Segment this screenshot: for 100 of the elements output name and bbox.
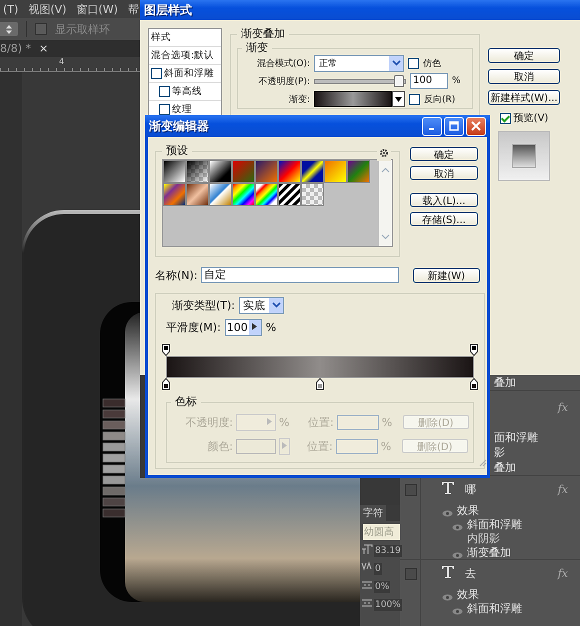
smoothness-input[interactable]: 100: [224, 318, 262, 336]
gradient-preset-swatch[interactable]: [255, 160, 278, 183]
dropdown-field[interactable]: [0, 22, 18, 36]
minimize-button[interactable]: [422, 116, 442, 136]
gradient-preview-bar[interactable]: [166, 356, 474, 378]
gradient-preset-swatch[interactable]: [186, 160, 209, 183]
value-field[interactable]: 100%: [374, 598, 402, 610]
gradient-preset-swatch[interactable]: [209, 183, 232, 206]
document-tab[interactable]: 8/8) *: [0, 42, 31, 55]
effect-label[interactable]: 影: [494, 445, 505, 460]
gradient-swatch[interactable]: [314, 91, 392, 107]
fx-icon[interactable]: fx: [558, 483, 568, 496]
name-input[interactable]: 自定: [201, 267, 398, 283]
effect-label[interactable]: 渐变叠加: [467, 544, 511, 560]
gradient-preset-swatch[interactable]: [278, 183, 301, 206]
gradient-preset-swatch[interactable]: [209, 160, 232, 183]
blend-mode-dropdown[interactable]: 正常: [314, 54, 404, 72]
dialog-button[interactable]: 取消: [410, 166, 478, 180]
gradient-preset-swatch[interactable]: [301, 183, 324, 206]
unit-label: %: [380, 440, 392, 452]
value-field[interactable]: 0%: [374, 580, 390, 592]
checkbox[interactable]: [151, 68, 162, 79]
close-icon[interactable]: ×: [39, 42, 48, 55]
checkbox[interactable]: [159, 104, 170, 115]
unit-label: %: [279, 416, 290, 428]
gradient-preset-swatch[interactable]: [324, 160, 347, 183]
color-stop[interactable]: [316, 378, 324, 393]
chevron-down-icon: [389, 56, 403, 70]
dialog-button[interactable]: 取消: [488, 69, 560, 84]
field-label: 平滑度(M):: [166, 320, 221, 334]
effect-label[interactable]: 面和浮雕: [494, 430, 538, 445]
unit-label: %: [382, 416, 394, 428]
style-item[interactable]: 纹理: [172, 103, 192, 115]
checkbox[interactable]: [159, 86, 170, 97]
group-title: 色标: [174, 396, 198, 408]
layer-name[interactable]: 去: [465, 566, 476, 581]
style-item[interactable]: 等高线: [172, 85, 202, 98]
value-field[interactable]: 83.19: [374, 544, 402, 556]
fx-icon[interactable]: fx: [558, 401, 568, 414]
effect-label[interactable]: 效果: [457, 502, 479, 518]
dialog-button[interactable]: 载入(L)...: [410, 193, 478, 207]
field-label: 不透明度:: [184, 414, 233, 430]
color-stop[interactable]: [162, 378, 170, 393]
checkbox[interactable]: [500, 112, 511, 124]
gradient-preset-swatch[interactable]: [186, 183, 209, 206]
fx-icon[interactable]: fx: [558, 567, 568, 580]
gradient-preset-swatch[interactable]: [347, 160, 370, 183]
menu-item[interactable]: (T): [3, 2, 18, 16]
dialog-title: 渐变编辑器: [149, 118, 209, 134]
effect-label[interactable]: 斜面和浮雕: [467, 516, 522, 532]
gradient-preset-swatch[interactable]: [232, 160, 255, 183]
checkbox[interactable]: [408, 58, 419, 68]
layer-name[interactable]: 哪: [465, 482, 476, 497]
checkbox-label: 预览(V): [514, 112, 548, 125]
dialog-button[interactable]: 存储(S)...: [410, 212, 478, 226]
effect-label[interactable]: 叠加: [494, 460, 516, 475]
color-stop[interactable]: [470, 378, 478, 393]
style-item[interactable]: 斜面和浮雕: [164, 67, 214, 80]
unit-label: %: [452, 76, 461, 86]
style-item[interactable]: 混合选项:默认: [151, 49, 214, 62]
menu-item[interactable]: 窗口(W): [76, 2, 118, 16]
checkbox[interactable]: [409, 94, 420, 104]
effect-label[interactable]: 斜面和浮雕: [467, 600, 522, 616]
slider-thumb[interactable]: [394, 74, 404, 86]
effect-label[interactable]: 效果: [457, 586, 479, 602]
opacity-stop[interactable]: [470, 344, 478, 359]
group-title: 预设: [165, 145, 189, 157]
dialog-button[interactable]: 确定: [410, 147, 478, 161]
group-title: 渐变: [245, 42, 269, 54]
new-button[interactable]: 新建(W): [412, 268, 480, 282]
value-field[interactable]: 0: [374, 562, 382, 574]
gradient-preset-swatch[interactable]: [163, 160, 186, 183]
dialog-title: 图层样式: [144, 2, 192, 18]
effect-label[interactable]: 叠加: [494, 375, 516, 390]
field-label: 渐变类型(T):: [172, 298, 236, 312]
field-label: 位置:: [308, 414, 334, 430]
opacity-input[interactable]: 100: [410, 73, 448, 89]
close-button[interactable]: [466, 116, 486, 136]
menu-item[interactable]: 视图(V): [28, 2, 66, 16]
menu-item[interactable]: 帮: [128, 2, 139, 16]
dropdown-button[interactable]: [392, 91, 405, 107]
gradient-preset-swatch[interactable]: [278, 160, 301, 183]
maximize-icon: [449, 121, 459, 131]
gradient-preset-swatch[interactable]: [255, 183, 278, 206]
list-header: 样式: [151, 31, 171, 44]
gradient-preset-swatch[interactable]: [163, 183, 186, 206]
checkbox[interactable]: [35, 23, 47, 35]
gradient-preset-swatch[interactable]: [301, 160, 324, 183]
gradient-type-dropdown[interactable]: 实底: [239, 296, 284, 314]
checkbox-label: 显示取样环: [55, 22, 110, 36]
dialog-button[interactable]: 新建样式(W)...: [488, 90, 560, 105]
field-label: 位置:: [307, 438, 333, 454]
effect-label[interactable]: 内阴影: [467, 530, 500, 546]
panel-tab[interactable]: 字符: [360, 505, 386, 521]
maximize-button[interactable]: [444, 116, 464, 136]
opacity-stop[interactable]: [162, 344, 170, 359]
gradient-preset-swatch[interactable]: [232, 183, 255, 206]
arrow-right-icon[interactable]: [252, 322, 258, 330]
field-label: 混合模式(O):: [256, 58, 310, 70]
dialog-button[interactable]: 确定: [488, 48, 560, 63]
